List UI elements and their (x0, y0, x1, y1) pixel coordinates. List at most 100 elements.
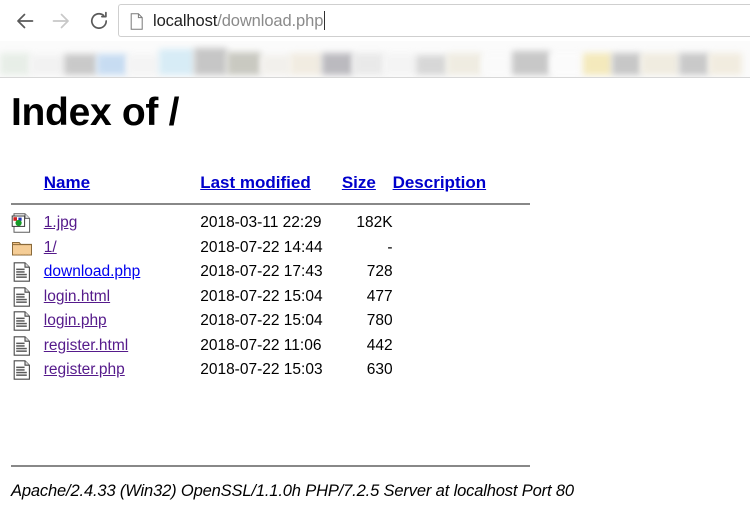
description-cell (393, 236, 530, 261)
table-row: register.html 2018-07-22 11:06 442 (11, 334, 530, 359)
size-cell: 780 (366, 312, 393, 330)
header-rule-cell (11, 198, 530, 211)
header-description-cell: Description (393, 168, 530, 198)
horizontal-rule-top (11, 203, 530, 205)
text-file-icon (11, 309, 44, 334)
header-size-cell: Size (342, 168, 393, 198)
table-row: 1/2018-07-22 14:44 - (11, 236, 530, 261)
file-name-cell: register.php (44, 358, 200, 383)
bookmark-item-blurred[interactable] (416, 55, 448, 75)
description-cell (393, 211, 530, 236)
header-rule-row (11, 198, 530, 211)
file-link[interactable]: login.php (44, 312, 107, 329)
index-table: Name Last modified Size Description 1.jp… (11, 168, 530, 383)
description-cell (393, 309, 530, 334)
description-cell (393, 285, 530, 310)
file-name-cell: login.html (44, 285, 200, 310)
bookmark-item-blurred[interactable] (0, 53, 31, 75)
forward-arrow-icon (50, 10, 72, 32)
page-content: Index of / Name Last modified Size Descr… (0, 78, 750, 515)
bookmark-item-blurred[interactable] (322, 53, 353, 75)
file-name-cell: login.php (44, 309, 200, 334)
last-modified-cell: 2018-03-11 22:29 (200, 214, 322, 232)
header-name-cell: Name (44, 168, 200, 198)
size-cell: 728 (366, 263, 393, 281)
last-modified-cell: 2018-07-22 15:04 (200, 287, 323, 305)
bookmark-item-blurred[interactable] (611, 53, 641, 75)
bookmark-item-blurred[interactable] (352, 53, 384, 75)
address-bar[interactable]: localhost/download.php (118, 4, 750, 37)
bookmark-item-blurred[interactable] (640, 53, 680, 75)
bookmark-item-blurred[interactable] (583, 53, 612, 75)
bookmark-item-blurred[interactable] (383, 54, 416, 75)
back-arrow-icon (14, 10, 36, 32)
sort-by-size-link[interactable]: Size (342, 173, 376, 192)
url-path: /download.php (217, 11, 324, 30)
file-link[interactable]: download.php (44, 263, 141, 280)
image-file-icon (11, 211, 44, 236)
table-row: login.php 2018-07-22 15:04 780 (11, 309, 530, 334)
bookmark-item-blurred[interactable] (290, 53, 323, 75)
horizontal-rule-bottom (11, 465, 530, 467)
server-signature: Apache/2.4.33 (Win32) OpenSSL/1.1.0h PHP… (11, 482, 574, 500)
text-file-icon (11, 358, 44, 383)
description-cell (393, 260, 530, 285)
bookmark-item-blurred[interactable] (30, 55, 65, 75)
bookmark-item-blurred[interactable] (96, 54, 127, 75)
file-link[interactable]: register.php (44, 361, 125, 378)
table-body: 1.jpg 2018-03-11 22:29 182K 1/2018-07-22 14… (11, 211, 530, 383)
back-button[interactable] (8, 4, 42, 38)
header-icon-cell (11, 168, 44, 198)
page-document-icon (130, 12, 144, 30)
table-header-row: Name Last modified Size Description (11, 168, 530, 198)
reload-icon (88, 10, 110, 32)
sort-by-last-modified-link[interactable]: Last modified (200, 173, 311, 192)
text-file-icon (11, 285, 44, 310)
sort-by-description-link[interactable]: Description (393, 173, 487, 192)
file-link[interactable]: 1/ (44, 239, 57, 256)
folder-icon (11, 236, 44, 261)
size-cell: 630 (366, 361, 393, 379)
table-row: register.php 2018-07-22 15:03 630 (11, 358, 530, 383)
bookmark-item-blurred[interactable] (261, 55, 291, 75)
file-link[interactable]: 1.jpg (44, 214, 78, 231)
file-name-cell: 1/ (44, 236, 200, 261)
browser-chrome: localhost/download.php (0, 0, 750, 78)
last-modified-cell: 2018-07-22 11:06 (200, 336, 322, 354)
file-name-cell: register.html (44, 334, 200, 359)
bookmark-item-blurred[interactable] (126, 55, 160, 75)
file-name-cell: 1.jpg (44, 211, 200, 236)
bookmark-item-blurred[interactable] (64, 54, 97, 75)
bookmark-item-blurred[interactable] (679, 53, 710, 75)
description-cell (393, 334, 530, 359)
bookmarks-bar[interactable] (0, 41, 750, 77)
bookmark-item-blurred[interactable] (709, 53, 742, 75)
last-modified-cell: 2018-07-22 17:43 (200, 263, 323, 281)
bookmark-item-blurred[interactable] (481, 55, 512, 75)
bookmark-item-blurred[interactable] (511, 51, 551, 75)
header-date-cell: Last modified (200, 168, 342, 198)
bookmark-item-blurred[interactable] (194, 48, 227, 75)
file-link[interactable]: login.html (44, 288, 110, 305)
bookmark-item-blurred[interactable] (159, 49, 195, 75)
file-link[interactable]: register.html (44, 337, 128, 354)
table-row: 1.jpg 2018-03-11 22:29 182K (11, 211, 530, 236)
bookmark-item-blurred[interactable] (550, 53, 584, 75)
size-cell: 477 (366, 287, 393, 305)
size-cell: 182K (356, 214, 393, 232)
url-host: localhost (153, 11, 218, 30)
text-caret (324, 10, 326, 30)
directory-listing: Name Last modified Size Description 1.jp… (11, 168, 531, 383)
address-bar-text: localhost/download.php (153, 10, 326, 31)
bookmark-item-blurred[interactable] (226, 52, 262, 75)
table-row: login.html 2018-07-22 15:04 477 (11, 285, 530, 310)
bookmark-item-blurred[interactable] (447, 53, 482, 75)
sort-by-name-link[interactable]: Name (44, 173, 90, 192)
last-modified-cell: 2018-07-22 14:44 (200, 238, 323, 256)
file-name-cell: download.php (44, 260, 200, 285)
description-cell (393, 358, 530, 383)
size-cell: 442 (366, 336, 393, 354)
table-row: download.php 2018-07-22 17:43 728 (11, 260, 530, 285)
reload-button[interactable] (82, 4, 116, 38)
page-title: Index of / (11, 91, 180, 134)
